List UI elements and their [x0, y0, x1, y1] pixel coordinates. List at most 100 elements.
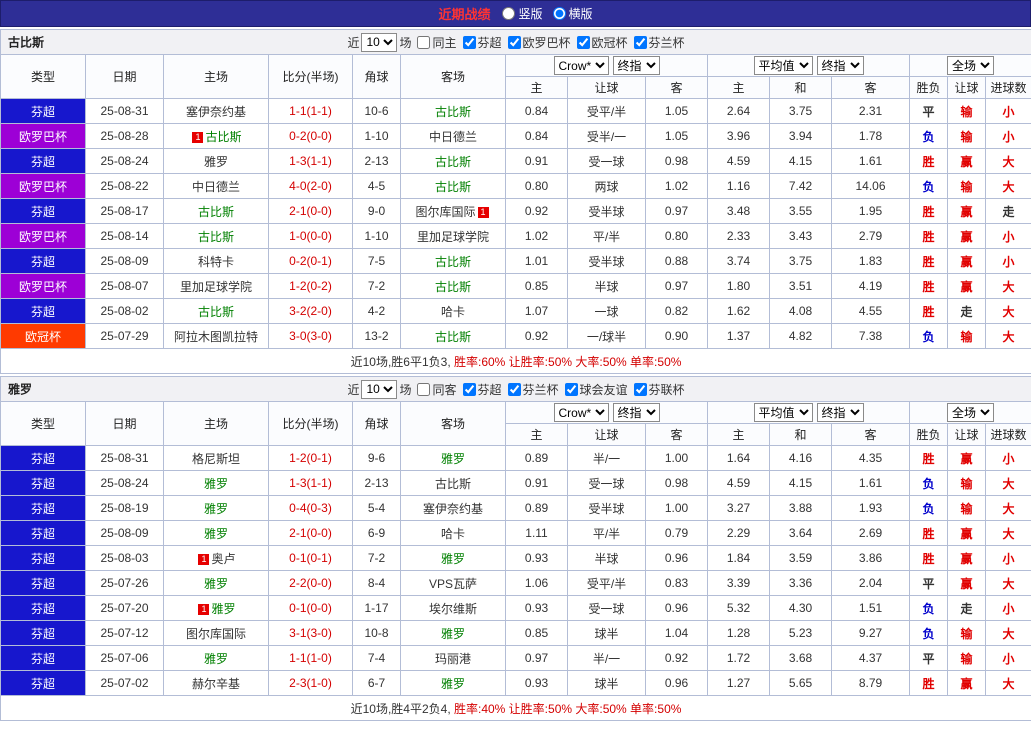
layout-radio-input[interactable] — [552, 7, 566, 20]
result-goals: 小 — [984, 223, 1031, 249]
avg-away-odds: 1.83 — [831, 248, 910, 274]
away-team: 古比斯 — [400, 148, 506, 174]
odds-handicap: 受半球 — [567, 248, 646, 274]
fulltime-select[interactable]: 全场 — [947, 403, 995, 422]
home-team-name: 赫尔辛基 — [191, 676, 240, 691]
avg-home-odds: 4.59 — [707, 148, 770, 174]
odds-source-select[interactable]: Crow* — [553, 403, 609, 422]
odds-away: 1.02 — [645, 173, 708, 199]
result-goals: 小 — [984, 595, 1031, 621]
match-date: 25-07-06 — [85, 645, 164, 671]
league-filter-checkbox[interactable]: 球会友谊 — [564, 381, 628, 398]
average-final-select[interactable]: 终指 — [816, 403, 864, 422]
fulltime-select[interactable]: 全场 — [947, 56, 995, 75]
avg-away-odds: 1.61 — [831, 470, 910, 496]
avg-away-odds: 1.93 — [831, 495, 910, 521]
league-filter-checkbox[interactable]: 欧罗巴杯 — [507, 34, 571, 51]
column-header: 主场 — [163, 54, 269, 99]
match-score: 1-2(0-2) — [268, 273, 353, 299]
radio-vertical[interactable]: 竖版 — [502, 5, 543, 22]
venue-filter-checkbox[interactable]: 同主 — [417, 34, 457, 51]
filter-controls: 近 10 场 同客 芬超 芬兰杯 球会友谊 芬联杯 — [347, 379, 685, 399]
average-final-select[interactable]: 终指 — [816, 56, 864, 75]
avg-away-odds: 4.19 — [831, 273, 910, 299]
avg-away-odds: 3.86 — [831, 545, 910, 571]
league-filter-checkbox[interactable]: 芬超 — [462, 381, 502, 398]
home-team-name: 古比斯 — [197, 304, 234, 319]
column-subheader: 和 — [769, 423, 832, 446]
home-team-name: 雅罗 — [203, 476, 228, 491]
league-filter-checkbox-input[interactable] — [633, 382, 647, 396]
column-header: 类型 — [0, 54, 86, 99]
result-goals: 小 — [984, 645, 1031, 671]
column-subheader: 客 — [831, 423, 910, 446]
result-handicap: 赢 — [947, 248, 986, 274]
column-header: 角球 — [352, 401, 401, 446]
avg-draw-odds: 4.15 — [769, 148, 832, 174]
match-score: 4-0(2-0) — [268, 173, 353, 199]
match-score: 1-3(1-1) — [268, 148, 353, 174]
home-team: 雅罗 — [163, 520, 269, 546]
filter-bar: 雅罗 近 10 场 同客 芬超 芬兰杯 球会友谊 芬联杯 — [0, 376, 1031, 402]
match-row: 欧罗巴杯 25-08-22 中日德兰 4-0(2-0) 4-5 古比斯 0.80 两球 1.02… — [0, 173, 1031, 199]
home-team: 中日德兰 — [163, 173, 269, 199]
red-card-badge: 1 — [198, 603, 210, 615]
league-filter-checkbox-input[interactable] — [564, 382, 578, 396]
venue-filter-checkbox-input[interactable] — [417, 382, 431, 396]
league-badge: 芬超 — [0, 570, 86, 596]
avg-away-odds: 1.95 — [831, 198, 910, 224]
result-outcome: 胜 — [909, 298, 948, 324]
odds-away: 0.80 — [645, 223, 708, 249]
result-outcome: 负 — [909, 323, 948, 349]
summary-row: 近10场,胜4平2负4, 胜率:40% 让胜率:50% 大率:50% 单率:50… — [0, 695, 1031, 721]
odds-away: 1.00 — [645, 495, 708, 521]
avg-home-odds: 1.72 — [707, 645, 770, 671]
league-filter-checkbox[interactable]: 芬兰杯 — [633, 34, 685, 51]
league-badge: 芬超 — [0, 645, 86, 671]
match-score: 1-2(0-1) — [268, 445, 353, 471]
odds-final-select[interactable]: 终指 — [612, 56, 660, 75]
odds-home: 0.93 — [505, 670, 568, 696]
league-filter-checkbox-input[interactable] — [462, 382, 476, 396]
match-row: 芬超 25-08-09 科特卡 0-2(0-1) 7-5 古比斯 1.01 受半球 0.88 3.… — [0, 248, 1031, 274]
venue-filter-checkbox-input[interactable] — [417, 35, 431, 49]
team-history-table: 古比斯近 10 场同主 芬超 欧罗巴杯 欧冠杯 芬兰杯 类型 日期 主场 比分(半场) 角球 客场 Cro… — [0, 29, 1031, 374]
layout-radio-input[interactable] — [502, 7, 516, 20]
avg-home-odds: 5.32 — [707, 595, 770, 621]
match-score: 2-3(1-0) — [268, 670, 353, 696]
match-date: 25-07-29 — [85, 323, 164, 349]
home-team: 古比斯 — [163, 298, 269, 324]
column-subheader: 客 — [645, 423, 708, 446]
odds-final-select[interactable]: 终指 — [612, 403, 660, 422]
odds-source-select[interactable]: Crow* — [553, 56, 609, 75]
league-filter-checkbox[interactable]: 芬联杯 — [633, 381, 685, 398]
corner-score: 1-10 — [352, 223, 401, 249]
avg-away-odds: 8.79 — [831, 670, 910, 696]
match-row: 芬超 25-07-12 图尔库国际 3-1(3-0) 10-8 雅罗 0.85 球半 1.04 1… — [0, 620, 1031, 646]
result-goals: 小 — [984, 248, 1031, 274]
league-filter-checkbox-input[interactable] — [576, 35, 590, 49]
match-score: 1-0(0-0) — [268, 223, 353, 249]
venue-filter-checkbox[interactable]: 同客 — [417, 381, 457, 398]
venue-filter-checkbox-label: 同客 — [432, 382, 457, 397]
match-score: 3-0(3-0) — [268, 323, 353, 349]
match-row: 欧罗巴杯 25-08-28 1 古比斯 0-2(0-0) 1-10 中日德兰 0.84 受半/一… — [0, 123, 1031, 149]
column-subheader: 胜负 — [909, 76, 948, 99]
red-card-badge: 1 — [198, 553, 210, 565]
corner-score: 1-17 — [352, 595, 401, 621]
league-filter-checkbox[interactable]: 芬兰杯 — [507, 381, 559, 398]
average-select[interactable]: 平均值 — [753, 403, 813, 422]
league-filter-checkbox-input[interactable] — [507, 382, 521, 396]
result-outcome: 胜 — [909, 670, 948, 696]
league-filter-checkbox-input[interactable] — [507, 35, 521, 49]
average-select[interactable]: 平均值 — [753, 56, 813, 75]
league-filter-checkbox-input[interactable] — [462, 35, 476, 49]
match-date: 25-08-31 — [85, 445, 164, 471]
radio-horizontal[interactable]: 横版 — [552, 5, 593, 22]
league-filter-checkbox[interactable]: 芬超 — [462, 34, 502, 51]
league-filter-checkbox[interactable]: 欧冠杯 — [576, 34, 628, 51]
recent-count-select[interactable]: 10 — [361, 32, 398, 52]
league-filter-checkbox-input[interactable] — [633, 35, 647, 49]
odds-away: 0.83 — [645, 570, 708, 596]
recent-count-select[interactable]: 10 — [361, 379, 398, 399]
